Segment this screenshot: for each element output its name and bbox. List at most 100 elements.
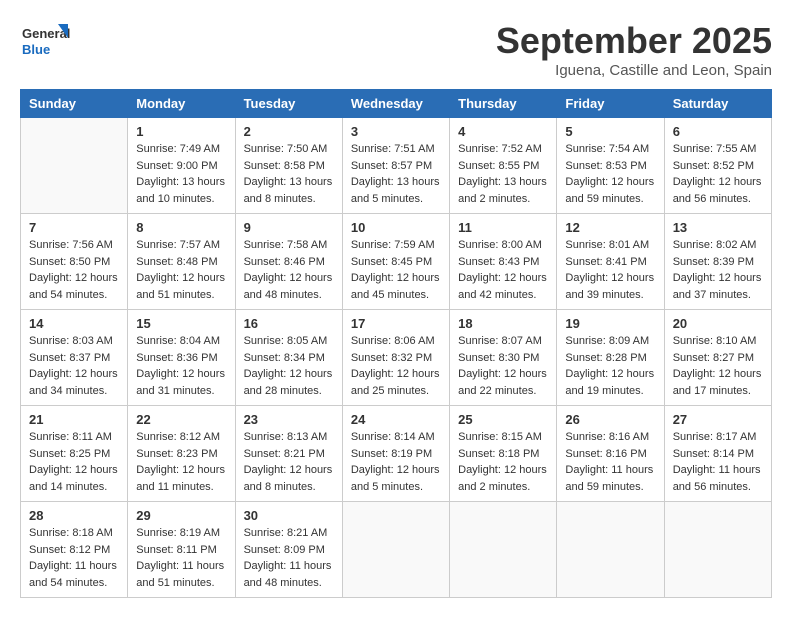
- day-info: Sunrise: 8:14 AM Sunset: 8:19 PM Dayligh…: [351, 429, 441, 495]
- day-info: Sunrise: 8:00 AM Sunset: 8:43 PM Dayligh…: [458, 237, 548, 303]
- calendar-cell: 13 Sunrise: 8:02 AM Sunset: 8:39 PM Dayli…: [664, 214, 771, 310]
- day-number: 28: [29, 508, 119, 523]
- day-info: Sunrise: 7:52 AM Sunset: 8:55 PM Dayligh…: [458, 141, 548, 207]
- day-info: Sunrise: 7:56 AM Sunset: 8:50 PM Dayligh…: [29, 237, 119, 303]
- day-info: Sunrise: 8:10 AM Sunset: 8:27 PM Dayligh…: [673, 333, 763, 399]
- calendar-cell: 1 Sunrise: 7:49 AM Sunset: 9:00 PM Daylig…: [128, 118, 235, 214]
- day-number: 30: [244, 508, 334, 523]
- day-number: 10: [351, 220, 441, 235]
- calendar-cell: 5 Sunrise: 7:54 AM Sunset: 8:53 PM Daylig…: [557, 118, 664, 214]
- day-info: Sunrise: 8:06 AM Sunset: 8:32 PM Dayligh…: [351, 333, 441, 399]
- day-number: 9: [244, 220, 334, 235]
- day-number: 29: [136, 508, 226, 523]
- calendar-table: SundayMondayTuesdayWednesdayThursdayFrid…: [20, 89, 772, 598]
- day-number: 6: [673, 124, 763, 139]
- day-number: 2: [244, 124, 334, 139]
- calendar-cell: 7 Sunrise: 7:56 AM Sunset: 8:50 PM Daylig…: [21, 214, 128, 310]
- calendar-row: 7 Sunrise: 7:56 AM Sunset: 8:50 PM Daylig…: [21, 214, 772, 310]
- day-info: Sunrise: 8:09 AM Sunset: 8:28 PM Dayligh…: [565, 333, 655, 399]
- calendar-cell: 24 Sunrise: 8:14 AM Sunset: 8:19 PM Dayli…: [342, 406, 449, 502]
- day-info: Sunrise: 8:17 AM Sunset: 8:14 PM Dayligh…: [673, 429, 763, 495]
- day-info: Sunrise: 8:15 AM Sunset: 8:18 PM Dayligh…: [458, 429, 548, 495]
- calendar-cell: 2 Sunrise: 7:50 AM Sunset: 8:58 PM Daylig…: [235, 118, 342, 214]
- day-number: 1: [136, 124, 226, 139]
- header-cell: Wednesday: [342, 90, 449, 118]
- header-row: SundayMondayTuesdayWednesdayThursdayFrid…: [21, 90, 772, 118]
- day-number: 11: [458, 220, 548, 235]
- calendar-cell: 12 Sunrise: 8:01 AM Sunset: 8:41 PM Dayli…: [557, 214, 664, 310]
- calendar-cell: 30Sunrise: 8:21 AM Sunset: 8:09 PM Dayli…: [235, 502, 342, 598]
- day-info: Sunrise: 7:50 AM Sunset: 8:58 PM Dayligh…: [244, 141, 334, 207]
- day-info: Sunrise: 8:16 AM Sunset: 8:16 PM Dayligh…: [565, 429, 655, 495]
- day-number: 13: [673, 220, 763, 235]
- calendar-row: 14 Sunrise: 8:03 AM Sunset: 8:37 PM Dayli…: [21, 310, 772, 406]
- location: Iguena, Castille and Leon, Spain: [496, 62, 772, 79]
- calendar-row: 21 Sunrise: 8:11 AM Sunset: 8:25 PM Dayli…: [21, 406, 772, 502]
- day-number: 12: [565, 220, 655, 235]
- day-number: 5: [565, 124, 655, 139]
- day-number: 18: [458, 316, 548, 331]
- logo: General Blue: [20, 20, 70, 64]
- calendar-cell: [21, 118, 128, 214]
- calendar-cell: 19 Sunrise: 8:09 AM Sunset: 8:28 PM Dayli…: [557, 310, 664, 406]
- day-number: 19: [565, 316, 655, 331]
- day-number: 23: [244, 412, 334, 427]
- calendar-cell: 14 Sunrise: 8:03 AM Sunset: 8:37 PM Dayli…: [21, 310, 128, 406]
- day-number: 16: [244, 316, 334, 331]
- day-info: Sunrise: 7:54 AM Sunset: 8:53 PM Dayligh…: [565, 141, 655, 207]
- day-info: Sunrise: 8:07 AM Sunset: 8:30 PM Dayligh…: [458, 333, 548, 399]
- day-info: Sunrise: 7:58 AM Sunset: 8:46 PM Dayligh…: [244, 237, 334, 303]
- calendar-cell: 29 Sunrise: 8:19 AM Sunset: 8:11 PM Dayli…: [128, 502, 235, 598]
- day-info: Sunrise: 8:05 AM Sunset: 8:34 PM Dayligh…: [244, 333, 334, 399]
- header-cell: Tuesday: [235, 90, 342, 118]
- day-info: Sunrise: 7:57 AM Sunset: 8:48 PM Dayligh…: [136, 237, 226, 303]
- calendar-cell: 26 Sunrise: 8:16 AM Sunset: 8:16 PM Dayli…: [557, 406, 664, 502]
- calendar-cell: 9 Sunrise: 7:58 AM Sunset: 8:46 PM Daylig…: [235, 214, 342, 310]
- title-block: September 2025 Iguena, Castille and Leon…: [496, 20, 772, 79]
- calendar-cell: 15Sunrise: 8:04 AM Sunset: 8:36 PM Dayli…: [128, 310, 235, 406]
- day-number: 22: [136, 412, 226, 427]
- day-info: Sunrise: 8:19 AM Sunset: 8:11 PM Dayligh…: [136, 525, 226, 591]
- day-number: 24: [351, 412, 441, 427]
- day-info: Sunrise: 7:49 AM Sunset: 9:00 PM Dayligh…: [136, 141, 226, 207]
- logo-svg: General Blue: [20, 20, 70, 64]
- calendar-cell: [342, 502, 449, 598]
- day-number: 3: [351, 124, 441, 139]
- day-number: 7: [29, 220, 119, 235]
- day-number: 14: [29, 316, 119, 331]
- calendar-cell: [450, 502, 557, 598]
- calendar-cell: 8 Sunrise: 7:57 AM Sunset: 8:48 PM Daylig…: [128, 214, 235, 310]
- calendar-cell: 3 Sunrise: 7:51 AM Sunset: 8:57 PM Daylig…: [342, 118, 449, 214]
- day-info: Sunrise: 8:01 AM Sunset: 8:41 PM Dayligh…: [565, 237, 655, 303]
- day-number: 21: [29, 412, 119, 427]
- header-cell: Sunday: [21, 90, 128, 118]
- header-cell: Saturday: [664, 90, 771, 118]
- calendar-cell: [557, 502, 664, 598]
- calendar-cell: 16 Sunrise: 8:05 AM Sunset: 8:34 PM Dayli…: [235, 310, 342, 406]
- calendar-cell: 28Sunrise: 8:18 AM Sunset: 8:12 PM Dayli…: [21, 502, 128, 598]
- day-info: Sunrise: 8:11 AM Sunset: 8:25 PM Dayligh…: [29, 429, 119, 495]
- day-info: Sunrise: 8:02 AM Sunset: 8:39 PM Dayligh…: [673, 237, 763, 303]
- calendar-row: 28Sunrise: 8:18 AM Sunset: 8:12 PM Dayli…: [21, 502, 772, 598]
- day-number: 15: [136, 316, 226, 331]
- day-number: 20: [673, 316, 763, 331]
- day-info: Sunrise: 7:51 AM Sunset: 8:57 PM Dayligh…: [351, 141, 441, 207]
- calendar-cell: 4 Sunrise: 7:52 AM Sunset: 8:55 PM Daylig…: [450, 118, 557, 214]
- page-header: General Blue September 2025 Iguena, Cast…: [20, 20, 772, 79]
- svg-text:Blue: Blue: [22, 42, 50, 57]
- month-title: September 2025: [496, 20, 772, 62]
- calendar-row: 1 Sunrise: 7:49 AM Sunset: 9:00 PM Daylig…: [21, 118, 772, 214]
- calendar-cell: 23Sunrise: 8:13 AM Sunset: 8:21 PM Dayli…: [235, 406, 342, 502]
- calendar-cell: 27 Sunrise: 8:17 AM Sunset: 8:14 PM Dayli…: [664, 406, 771, 502]
- day-info: Sunrise: 8:12 AM Sunset: 8:23 PM Dayligh…: [136, 429, 226, 495]
- day-number: 27: [673, 412, 763, 427]
- day-number: 26: [565, 412, 655, 427]
- calendar-cell: 25Sunrise: 8:15 AM Sunset: 8:18 PM Dayli…: [450, 406, 557, 502]
- day-number: 8: [136, 220, 226, 235]
- calendar-cell: 6 Sunrise: 7:55 AM Sunset: 8:52 PM Daylig…: [664, 118, 771, 214]
- day-info: Sunrise: 8:03 AM Sunset: 8:37 PM Dayligh…: [29, 333, 119, 399]
- day-number: 4: [458, 124, 548, 139]
- day-info: Sunrise: 7:55 AM Sunset: 8:52 PM Dayligh…: [673, 141, 763, 207]
- header-cell: Friday: [557, 90, 664, 118]
- day-number: 17: [351, 316, 441, 331]
